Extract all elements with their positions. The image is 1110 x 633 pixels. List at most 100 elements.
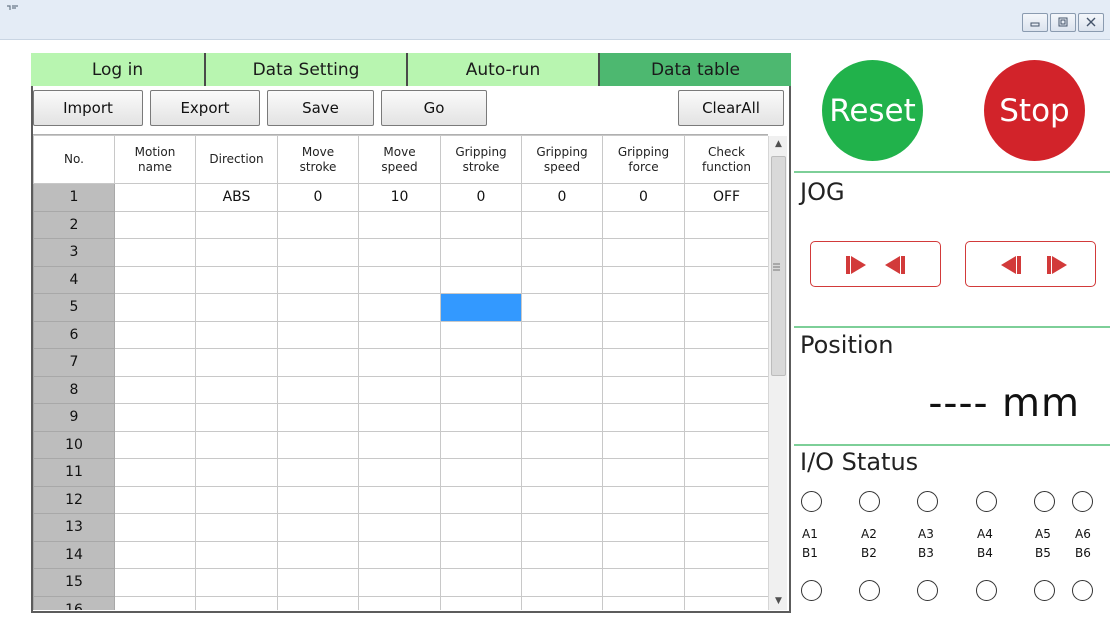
table-cell[interactable]: [521, 265, 603, 294]
table-cell[interactable]: [195, 595, 278, 610]
table-cell[interactable]: OFF: [684, 183, 768, 212]
table-cell[interactable]: 0: [440, 183, 522, 212]
table-cell[interactable]: [684, 485, 768, 514]
table-cell[interactable]: [358, 430, 441, 459]
table-cell[interactable]: [277, 348, 359, 377]
row-header[interactable]: 14: [33, 540, 115, 569]
table-cell[interactable]: [602, 595, 685, 610]
row-header[interactable]: 7: [33, 348, 115, 377]
table-cell[interactable]: [358, 210, 441, 239]
table-cell[interactable]: [684, 458, 768, 487]
tab-auto-run[interactable]: Auto-run: [408, 53, 600, 86]
table-cell[interactable]: [684, 513, 768, 542]
table-cell[interactable]: [602, 430, 685, 459]
table-cell[interactable]: [358, 595, 441, 610]
grid-scrollbar[interactable]: ▲ ▼: [768, 136, 787, 610]
table-cell[interactable]: [195, 238, 278, 267]
table-cell[interactable]: [602, 485, 685, 514]
table-cell[interactable]: [440, 595, 522, 610]
table-cell[interactable]: [440, 513, 522, 542]
table-cell[interactable]: [521, 320, 603, 349]
table-cell[interactable]: [602, 293, 685, 322]
table-cell[interactable]: [521, 513, 603, 542]
scroll-down-icon[interactable]: ▼: [769, 593, 788, 610]
jog-close-button[interactable]: [810, 241, 941, 287]
table-cell[interactable]: [358, 348, 441, 377]
column-header[interactable]: Gripping force: [602, 135, 685, 184]
table-cell[interactable]: [114, 293, 196, 322]
table-cell[interactable]: [602, 568, 685, 597]
table-cell[interactable]: [521, 238, 603, 267]
table-cell[interactable]: [684, 320, 768, 349]
table-cell[interactable]: [440, 348, 522, 377]
table-cell[interactable]: [195, 403, 278, 432]
clear-all-button[interactable]: ClearAll: [678, 90, 784, 126]
save-button[interactable]: Save: [267, 90, 374, 126]
table-cell[interactable]: [521, 595, 603, 610]
jog-open-button[interactable]: [965, 241, 1096, 287]
table-cell[interactable]: [440, 265, 522, 294]
table-cell[interactable]: [195, 265, 278, 294]
column-header[interactable]: Gripping speed: [521, 135, 603, 184]
table-cell[interactable]: [277, 265, 359, 294]
table-cell[interactable]: [440, 430, 522, 459]
table-cell[interactable]: [602, 265, 685, 294]
table-cell[interactable]: ABS: [195, 183, 278, 212]
table-cell[interactable]: [521, 375, 603, 404]
table-cell[interactable]: [684, 375, 768, 404]
table-cell[interactable]: [358, 320, 441, 349]
table-cell[interactable]: [195, 348, 278, 377]
restore-icon[interactable]: [1050, 13, 1076, 32]
table-cell[interactable]: [277, 540, 359, 569]
column-header[interactable]: Direction: [195, 135, 278, 184]
column-header[interactable]: Motion name: [114, 135, 196, 184]
table-cell[interactable]: [114, 348, 196, 377]
table-cell[interactable]: [114, 210, 196, 239]
table-cell[interactable]: [440, 238, 522, 267]
table-cell[interactable]: [684, 595, 768, 610]
table-cell[interactable]: [684, 210, 768, 239]
table-cell[interactable]: [114, 540, 196, 569]
table-cell[interactable]: [195, 375, 278, 404]
table-cell[interactable]: [440, 403, 522, 432]
table-cell[interactable]: [684, 238, 768, 267]
table-cell[interactable]: [277, 485, 359, 514]
export-button[interactable]: Export: [150, 90, 260, 126]
row-header[interactable]: 6: [33, 320, 115, 349]
table-cell[interactable]: [602, 210, 685, 239]
table-cell[interactable]: [277, 320, 359, 349]
table-cell[interactable]: [602, 403, 685, 432]
table-cell[interactable]: [521, 430, 603, 459]
table-cell[interactable]: [114, 183, 196, 212]
table-cell[interactable]: [602, 458, 685, 487]
column-header[interactable]: Check function: [684, 135, 768, 184]
close-icon[interactable]: [1078, 13, 1104, 32]
table-cell[interactable]: [195, 540, 278, 569]
table-cell[interactable]: [440, 320, 522, 349]
tab-data-setting[interactable]: Data Setting: [206, 53, 408, 86]
row-header[interactable]: 11: [33, 458, 115, 487]
row-header[interactable]: 2: [33, 210, 115, 239]
table-cell[interactable]: [114, 568, 196, 597]
table-cell[interactable]: [602, 513, 685, 542]
table-cell[interactable]: [521, 540, 603, 569]
table-cell[interactable]: [684, 265, 768, 294]
table-cell[interactable]: [684, 293, 768, 322]
import-button[interactable]: Import: [33, 90, 143, 126]
table-cell[interactable]: [684, 568, 768, 597]
table-cell[interactable]: [358, 375, 441, 404]
table-cell[interactable]: [277, 458, 359, 487]
table-cell[interactable]: [358, 293, 441, 322]
table-cell[interactable]: [114, 320, 196, 349]
table-cell[interactable]: [277, 375, 359, 404]
table-cell[interactable]: [277, 403, 359, 432]
table-cell[interactable]: [277, 568, 359, 597]
table-cell[interactable]: [114, 595, 196, 610]
table-cell[interactable]: [521, 210, 603, 239]
table-cell[interactable]: 0: [602, 183, 685, 212]
table-cell[interactable]: [195, 568, 278, 597]
row-header[interactable]: 8: [33, 375, 115, 404]
table-cell[interactable]: [114, 485, 196, 514]
table-cell[interactable]: [440, 210, 522, 239]
tab-data-table[interactable]: Data table: [600, 53, 791, 86]
